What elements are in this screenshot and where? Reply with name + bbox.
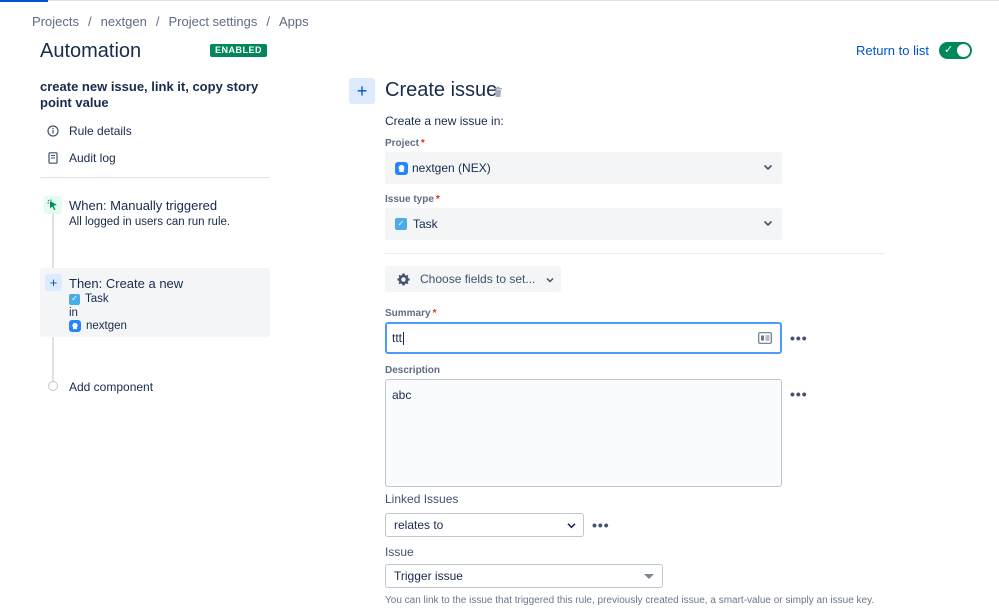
action-project-label: nextgen [86, 320, 127, 332]
summary-field-label: Summary * [385, 308, 436, 319]
dropdown-triangle-icon [644, 574, 654, 579]
trigger-component-title[interactable]: When: Manually triggered [69, 198, 217, 213]
summary-input-value: ttt [392, 331, 403, 345]
chevron-down-icon [762, 217, 774, 229]
description-textarea[interactable]: abc [385, 379, 782, 487]
description-more-button[interactable]: ••• [790, 387, 808, 401]
plus-icon: + [45, 274, 62, 291]
chevron-down-icon [545, 274, 555, 284]
linked-issues-select[interactable]: relates to [385, 513, 584, 537]
sidebar-divider [40, 177, 270, 178]
top-border [0, 0, 999, 1]
issue-help-text: You can link to the issue that triggered… [385, 595, 875, 606]
toggle-knob [957, 44, 970, 57]
add-component-link[interactable]: Add component [69, 380, 153, 394]
action-issue-type-label: Task [85, 293, 109, 305]
gear-icon [396, 272, 411, 287]
required-mark: * [420, 138, 425, 149]
issue-label: Issue [385, 545, 414, 559]
linked-issues-select-value: relates to [394, 518, 444, 532]
chevron-down-icon [762, 161, 774, 173]
task-checkbox-icon: ✓ [395, 218, 407, 230]
description-field-label: Description [385, 365, 441, 376]
trigger-component-description: All logged in users can run rule. [69, 216, 231, 228]
task-checkbox-icon: ✓ [69, 293, 80, 305]
form-divider [385, 253, 885, 254]
choose-fields-button[interactable]: Choose fields to set... [385, 266, 561, 292]
linked-issues-more-button[interactable]: ••• [592, 518, 610, 532]
add-component-dot [48, 381, 58, 391]
breadcrumb-separator: / [155, 14, 160, 29]
action-project: nextgen [69, 320, 127, 332]
issue-type-select[interactable]: ✓ Task [385, 208, 782, 240]
form-subtitle: Create a new issue in: [385, 114, 504, 128]
plus-icon: + [349, 78, 375, 104]
cursor-click-icon [44, 196, 62, 214]
trash-icon[interactable] [492, 85, 504, 97]
issue-select[interactable]: Trigger issue [385, 564, 663, 588]
action-issue-type: ✓ Task [69, 293, 109, 305]
breadcrumb-nextgen[interactable]: nextgen [101, 14, 147, 29]
audit-log-label: Audit log [69, 151, 116, 165]
action-connector: in [69, 307, 78, 319]
action-component-title: Then: Create a new [69, 276, 184, 291]
document-icon [46, 151, 60, 165]
issue-type-field-label: Issue type * [385, 194, 440, 205]
required-mark: * [432, 308, 437, 319]
chevron-down-icon [566, 520, 577, 531]
project-label-text: Project [385, 138, 419, 149]
summary-more-button[interactable]: ••• [790, 331, 808, 345]
summary-label-text: Summary [385, 308, 431, 319]
project-select-value: nextgen (NEX) [412, 161, 491, 175]
info-icon [46, 124, 60, 138]
audit-log-link[interactable]: Audit log [46, 151, 116, 165]
rule-details-label: Rule details [69, 124, 132, 138]
breadcrumb: Projects / nextgen / Project settings / … [32, 14, 309, 29]
choose-fields-label: Choose fields to set... [420, 272, 536, 286]
project-field-label: Project * [385, 138, 425, 149]
status-badge: ENABLED [210, 44, 268, 57]
check-icon: ✓ [944, 44, 954, 56]
issue-type-label-text: Issue type [385, 194, 434, 205]
project-avatar-icon [69, 320, 81, 332]
breadcrumb-projects[interactable]: Projects [32, 14, 79, 29]
breadcrumb-separator: / [87, 14, 92, 29]
top-accent-bar [0, 0, 48, 2]
required-mark: * [435, 194, 440, 205]
rule-name: create new issue, link it, copy story po… [40, 79, 259, 110]
project-select[interactable]: nextgen (NEX) [385, 152, 782, 184]
summary-input[interactable]: ttt [385, 322, 782, 354]
return-to-list-link[interactable]: Return to list [856, 43, 929, 58]
page-title: Automation [40, 40, 142, 62]
linked-issues-label: Linked Issues [385, 492, 459, 506]
issue-select-value: Trigger issue [394, 569, 463, 583]
issue-type-select-value: Task [413, 217, 438, 231]
breadcrumb-separator: / [266, 14, 270, 29]
breadcrumb-project-settings[interactable]: Project settings [168, 14, 257, 29]
breadcrumb-apps[interactable]: Apps [279, 14, 309, 29]
rule-details-link[interactable]: Rule details [46, 124, 132, 138]
text-caret [403, 331, 405, 345]
form-title: Create issue [385, 79, 498, 101]
rule-enabled-toggle[interactable]: ✓ [939, 42, 972, 59]
project-avatar-icon [395, 161, 408, 175]
text-format-icon[interactable] [758, 332, 772, 344]
